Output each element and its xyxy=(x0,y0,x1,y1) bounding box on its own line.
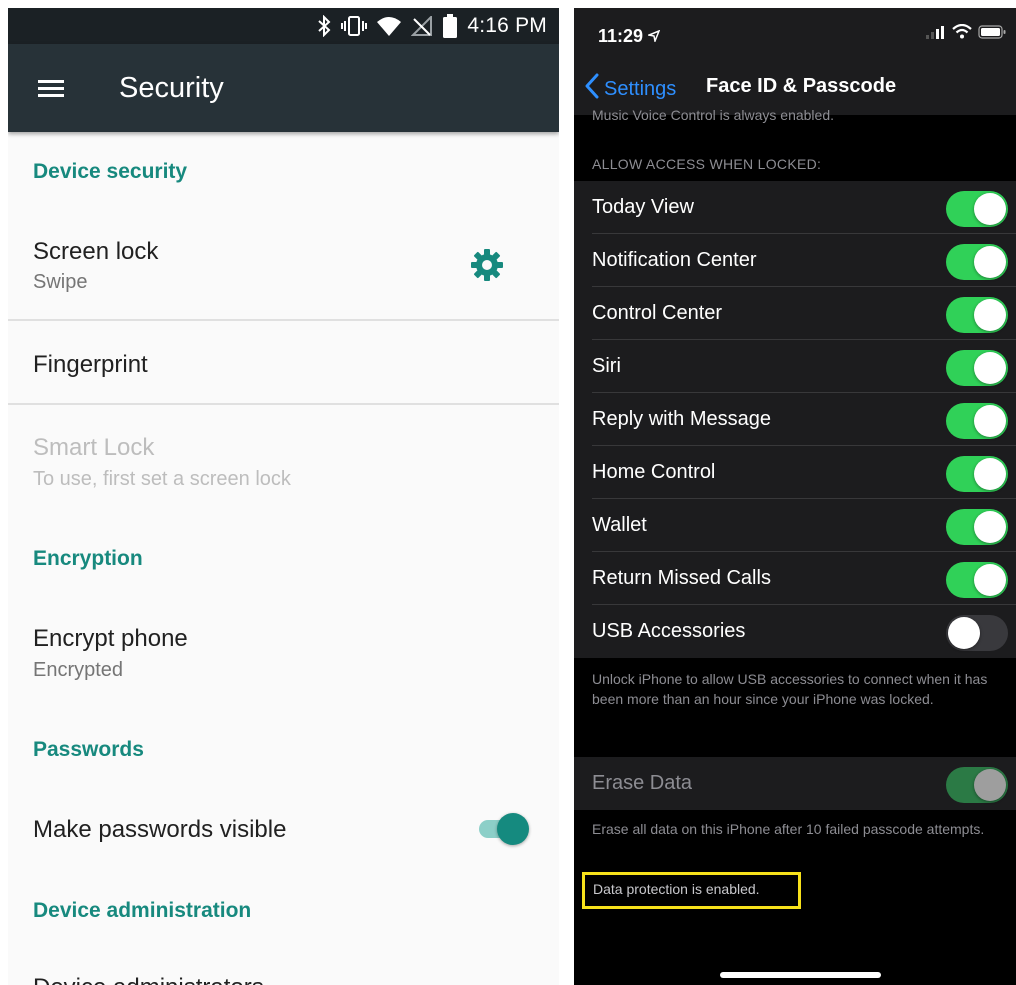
section-encryption: Encryption xyxy=(33,547,143,570)
divider xyxy=(8,403,559,405)
chevron-left-icon xyxy=(584,73,600,105)
wifi-icon xyxy=(377,16,402,36)
row-label: USB Accessories xyxy=(592,620,746,642)
highlight-box: Data protection is enabled. xyxy=(582,872,801,909)
gear-icon[interactable] xyxy=(470,248,504,282)
vibrate-icon xyxy=(341,15,368,37)
access-list: Today View Notification Center Control C… xyxy=(574,181,1016,658)
screen-lock-summary: Swipe xyxy=(33,271,88,293)
battery-icon xyxy=(978,24,1006,44)
list-item: Notification Center xyxy=(574,234,1016,287)
android-status-bar: 4:16 PM xyxy=(8,8,559,44)
nav-title: Face ID & Passcode xyxy=(706,75,897,97)
bluetooth-icon xyxy=(317,15,331,37)
ios-face-id-passcode-screen: 11:29 Settings Face ID & Passcode Music … xyxy=(574,8,1016,985)
list-item: Erase Data xyxy=(574,757,1016,810)
return-missed-calls-toggle[interactable] xyxy=(946,562,1008,598)
wallet-toggle[interactable] xyxy=(946,509,1008,545)
list-item: Siri xyxy=(574,340,1016,393)
location-arrow-icon xyxy=(646,26,661,46)
row-label: Today View xyxy=(592,196,694,218)
row-label: Return Missed Calls xyxy=(592,567,771,589)
section-header: ALLOW ACCESS WHEN LOCKED: xyxy=(592,156,822,172)
list-item: Reply with Message xyxy=(574,393,1016,446)
list-item: Wallet xyxy=(574,499,1016,552)
usb-accessories-toggle[interactable] xyxy=(946,615,1008,651)
no-signal-icon xyxy=(411,16,433,36)
page-title: Security xyxy=(119,72,224,104)
section-device-administration: Device administration xyxy=(33,899,252,922)
hamburger-menu-icon[interactable] xyxy=(38,80,64,98)
ios-time-text: 11:29 xyxy=(598,26,644,46)
back-label: Settings xyxy=(604,77,677,100)
home-control-toggle[interactable] xyxy=(946,456,1008,492)
back-button[interactable]: Settings xyxy=(584,73,676,105)
ios-status-time: 11:29 xyxy=(598,26,661,47)
encrypt-phone-title: Encrypt phone xyxy=(33,625,188,652)
toolbar: Security xyxy=(8,44,559,132)
row-label: Notification Center xyxy=(592,249,757,271)
ios-navigation-header: 11:29 Settings Face ID & Passcode xyxy=(574,8,1016,115)
smart-lock-title: Smart Lock xyxy=(33,434,155,461)
erase-footer-note: Erase all data on this iPhone after 10 f… xyxy=(592,821,985,837)
erase-data-group: Erase Data xyxy=(574,757,1016,810)
row-label: Control Center xyxy=(592,302,723,324)
row-label: Wallet xyxy=(592,514,647,536)
reply-with-message-toggle[interactable] xyxy=(946,403,1008,439)
wifi-icon xyxy=(952,23,972,44)
fingerprint-item[interactable]: Fingerprint xyxy=(33,351,148,379)
control-center-toggle[interactable] xyxy=(946,297,1008,333)
android-security-screen: 4:16 PM Security Device security Screen … xyxy=(8,8,559,985)
battery-icon xyxy=(443,14,458,38)
screen-lock-title: Screen lock xyxy=(33,238,159,265)
home-indicator[interactable] xyxy=(720,972,881,978)
make-passwords-visible-switch[interactable] xyxy=(479,811,531,847)
erase-data-toggle xyxy=(946,767,1008,803)
cellular-signal-icon xyxy=(926,25,946,44)
data-protection-note: Data protection is enabled. xyxy=(593,881,760,897)
row-label: Siri xyxy=(592,355,621,377)
encrypt-phone-summary: Encrypted xyxy=(33,659,124,681)
switch-thumb xyxy=(497,813,529,845)
section-passwords: Passwords xyxy=(33,738,144,761)
list-item: Home Control xyxy=(574,446,1016,499)
divider xyxy=(8,319,559,321)
siri-toggle[interactable] xyxy=(946,350,1008,386)
usb-footer-note: Unlock iPhone to allow USB accessories t… xyxy=(592,671,988,707)
ios-status-icons xyxy=(926,23,1006,44)
notification-center-toggle[interactable] xyxy=(946,244,1008,280)
make-passwords-visible-label: Make passwords visible xyxy=(33,816,287,843)
today-view-toggle[interactable] xyxy=(946,191,1008,227)
erase-data-label: Erase Data xyxy=(592,772,693,794)
smart-lock-summary: To use, first set a screen lock xyxy=(33,468,291,490)
row-label: Home Control xyxy=(592,461,716,483)
status-time: 4:16 PM xyxy=(467,14,547,37)
row-label: Reply with Message xyxy=(592,408,771,430)
list-item: USB Accessories xyxy=(574,605,1016,658)
clipped-footer-text: Music Voice Control is always enabled. xyxy=(592,107,835,123)
section-device-security: Device security xyxy=(33,160,188,183)
device-administrators-item[interactable]: Device administrators xyxy=(33,974,264,985)
list-item: Control Center xyxy=(574,287,1016,340)
list-item: Return Missed Calls xyxy=(574,552,1016,605)
list-item: Today View xyxy=(574,181,1016,234)
